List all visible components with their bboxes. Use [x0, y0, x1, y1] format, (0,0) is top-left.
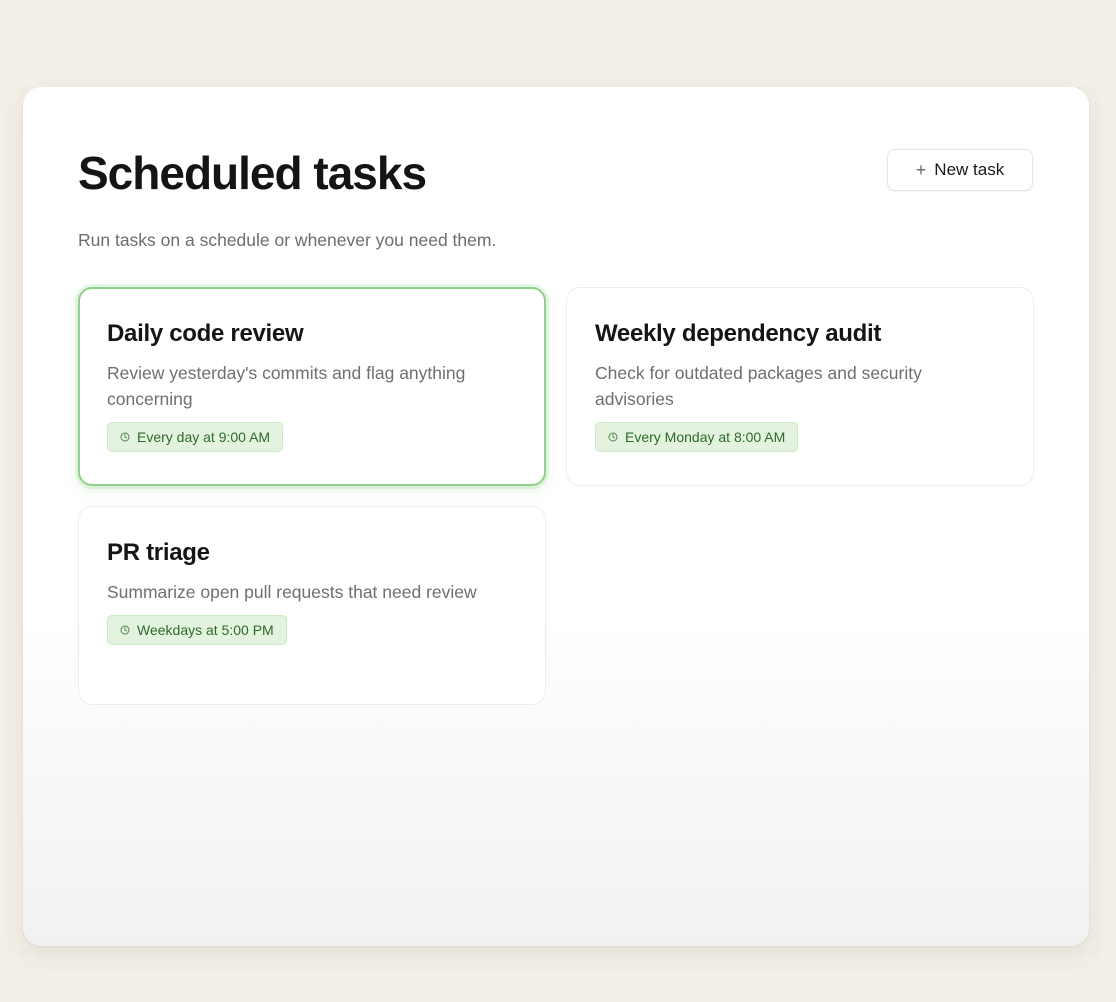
- task-card-daily-code-review[interactable]: Daily code review Review yesterday's com…: [78, 287, 546, 486]
- task-description: Summarize open pull requests that need r…: [107, 582, 477, 602]
- schedule-text: Weekdays at 5:00 PM: [137, 622, 274, 638]
- schedule-badge: Every Monday at 8:00 AM: [595, 422, 799, 452]
- task-title: Daily code review: [107, 320, 304, 347]
- schedule-text: Every Monday at 8:00 AM: [625, 429, 786, 445]
- task-title: Weekly dependency audit: [595, 320, 882, 347]
- clock-icon: [608, 432, 618, 442]
- schedule-badge: Weekdays at 5:00 PM: [107, 615, 287, 645]
- clock-icon: [120, 432, 130, 442]
- plus-icon: +: [915, 160, 927, 180]
- schedule-badge: Every day at 9:00 AM: [107, 422, 284, 452]
- task-card-pr-triage[interactable]: PR triage Summarize open pull requests t…: [78, 506, 546, 705]
- clock-icon: [120, 625, 130, 635]
- task-card-weekly-dependency-audit[interactable]: Weekly dependency audit Check for outdat…: [566, 287, 1034, 486]
- task-description: Review yesterday's commits and flag anyt…: [107, 363, 466, 409]
- new-task-label: New task: [934, 160, 1005, 179]
- schedule-text: Every day at 9:00 AM: [137, 429, 271, 445]
- task-title: PR triage: [107, 539, 210, 566]
- new-task-button[interactable]: + New task: [887, 149, 1033, 191]
- page-subtitle: Run tasks on a schedule or whenever you …: [78, 230, 497, 250]
- page-title: Scheduled tasks: [78, 147, 427, 199]
- scheduled-tasks-panel: Scheduled tasks + New task Run tasks on …: [23, 87, 1089, 946]
- task-description: Check for outdated packages and security…: [595, 363, 922, 409]
